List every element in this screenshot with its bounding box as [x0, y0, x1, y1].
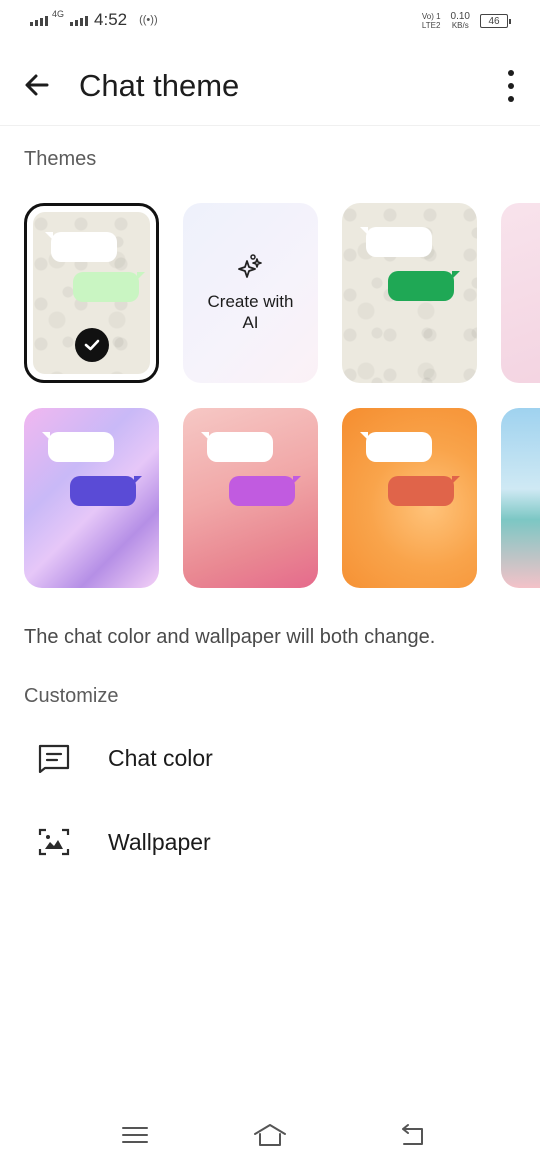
- incoming-bubble: [360, 432, 432, 462]
- volte-bottom: LTE2: [421, 21, 441, 30]
- net-speed: 0.10 KB/s: [450, 11, 470, 31]
- home-icon[interactable]: [252, 1120, 288, 1150]
- theme-tile-holo[interactable]: [24, 408, 159, 588]
- theme-preview: [33, 212, 150, 374]
- volte-top: Vo) 1: [421, 12, 441, 21]
- status-right: Vo) 1 LTE2 0.10 KB/s 46: [422, 11, 511, 31]
- chat-color-label: Chat color: [108, 745, 213, 771]
- create-with-ai-label: Create with AI: [207, 292, 294, 332]
- outgoing-bubble: [229, 476, 301, 506]
- speed-unit: KB/s: [451, 21, 469, 30]
- clock: 4:52: [94, 10, 128, 29]
- network-type: 4G: [52, 9, 65, 19]
- status-bar: 4G 4:52 ((•)) Vo) 1 LTE2 0.10 KB/s 46: [0, 0, 540, 44]
- chat-color-icon: [37, 743, 71, 774]
- outgoing-bubble: [70, 476, 142, 506]
- incoming-bubble: [201, 432, 273, 462]
- page-title: Chat theme: [79, 68, 240, 103]
- theme-description: The chat color and wallpaper will both c…: [24, 626, 436, 648]
- volte-indicator: Vo) 1 LTE2: [422, 12, 441, 30]
- create-with-ai-tile[interactable]: Create with AI: [183, 203, 318, 383]
- outgoing-bubble: [388, 271, 460, 301]
- wallpaper-icon: [37, 827, 71, 857]
- incoming-bubble: [42, 432, 114, 462]
- theme-grid: Create with AI: [24, 203, 540, 588]
- customize-heading: Customize: [24, 685, 119, 707]
- theme-tile-pink-flower[interactable]: [183, 408, 318, 588]
- wallpaper-row[interactable]: Wallpaper: [0, 807, 540, 877]
- speed-value: 0.10: [450, 11, 470, 22]
- status-left: 4G 4:52 ((•)): [30, 9, 158, 30]
- sparkle-icon: [237, 254, 262, 278]
- signal-icon: [30, 14, 48, 26]
- arrow-back-icon[interactable]: [20, 68, 54, 102]
- check-icon: [75, 328, 109, 362]
- battery-level: 46: [488, 15, 500, 27]
- back-nav-icon[interactable]: [394, 1120, 430, 1150]
- theme-tile-orange[interactable]: [342, 408, 477, 588]
- outgoing-bubble: [73, 272, 145, 302]
- app-bar: Chat theme: [0, 44, 540, 126]
- incoming-bubble: [360, 227, 432, 257]
- battery-icon: 46: [480, 14, 511, 28]
- menu-icon[interactable]: [117, 1120, 153, 1150]
- theme-tile-green[interactable]: [342, 203, 477, 383]
- signal-icon-2: [70, 14, 89, 26]
- chat-color-row[interactable]: Chat color: [0, 723, 540, 793]
- hotspot-icon: ((•)): [139, 14, 158, 26]
- incoming-bubble: [45, 232, 117, 262]
- wallpaper-label: Wallpaper: [108, 829, 211, 855]
- theme-tile-sky-partial[interactable]: [501, 408, 540, 588]
- themes-heading: Themes: [24, 148, 97, 170]
- outgoing-bubble: [388, 476, 460, 506]
- system-nav-bar: [0, 1106, 540, 1170]
- more-vert-icon[interactable]: [504, 70, 518, 102]
- theme-tile-default[interactable]: [24, 203, 159, 383]
- theme-tile-pink-partial[interactable]: [501, 203, 540, 383]
